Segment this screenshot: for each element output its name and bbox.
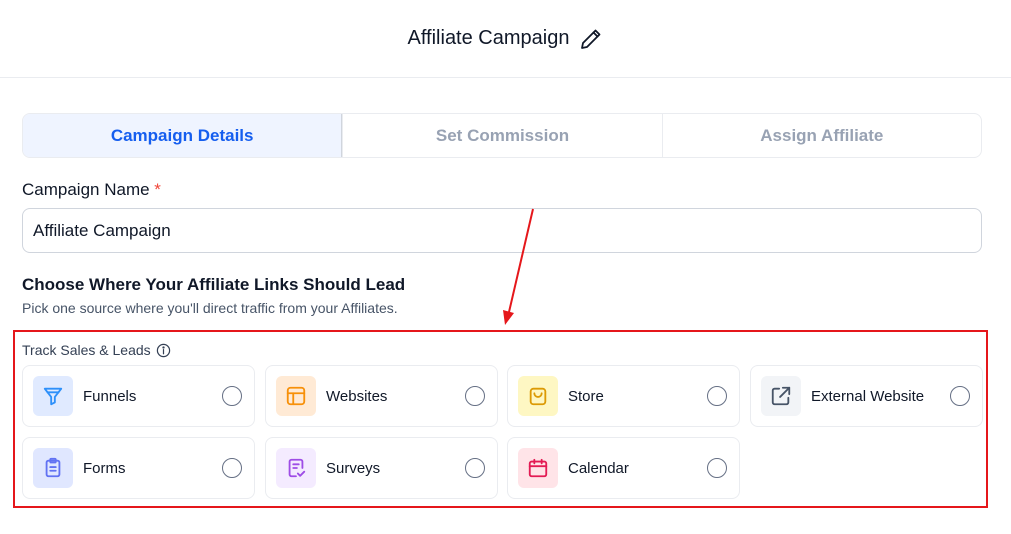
option-card-surveys[interactable]: Surveys	[265, 437, 498, 499]
website-icon	[276, 376, 316, 416]
radio-funnels[interactable]	[222, 386, 242, 406]
calendar-icon	[518, 448, 558, 488]
radio-external-website[interactable]	[950, 386, 970, 406]
radio-surveys[interactable]	[465, 458, 485, 478]
radio-websites[interactable]	[465, 386, 485, 406]
radio-calendar[interactable]	[707, 458, 727, 478]
tab-campaign-details[interactable]: Campaign Details	[23, 114, 343, 157]
section-title: Choose Where Your Affiliate Links Should…	[22, 275, 406, 294]
step-tabs: Campaign Details Set Commission Assign A…	[22, 113, 982, 158]
option-label: Surveys	[326, 459, 381, 477]
tab-assign-affiliate[interactable]: Assign Affiliate	[661, 114, 981, 157]
track-sales-label: Track Sales & Leads	[22, 342, 171, 358]
section-subtitle: Pick one source where you'll direct traf…	[22, 300, 398, 316]
radio-store[interactable]	[707, 386, 727, 406]
option-card-forms[interactable]: Forms	[22, 437, 255, 499]
option-label: Funnels	[83, 387, 137, 405]
info-icon[interactable]	[156, 343, 171, 358]
funnel-icon	[33, 376, 73, 416]
survey-icon	[276, 448, 316, 488]
option-label: Forms	[83, 459, 126, 477]
clipboard-icon	[33, 448, 73, 488]
external-link-icon	[761, 376, 801, 416]
option-label: External Website	[811, 387, 925, 405]
pencil-icon[interactable]	[579, 27, 603, 51]
option-label: Websites	[326, 387, 388, 405]
required-mark: *	[154, 180, 161, 199]
option-label: Store	[568, 387, 604, 405]
option-card-funnels[interactable]: Funnels	[22, 365, 255, 427]
option-card-external-website[interactable]: External Website	[750, 365, 983, 427]
tab-set-commission[interactable]: Set Commission	[342, 114, 661, 157]
option-label: Calendar	[568, 459, 629, 477]
option-card-websites[interactable]: Websites	[265, 365, 498, 427]
store-bag-icon	[518, 376, 558, 416]
page-title: Affiliate Campaign	[407, 27, 570, 49]
page-header: Affiliate Campaign	[0, 0, 1011, 78]
option-card-calendar[interactable]: Calendar	[507, 437, 740, 499]
option-card-store[interactable]: Store	[507, 365, 740, 427]
radio-forms[interactable]	[222, 458, 242, 478]
campaign-name-input[interactable]	[22, 208, 982, 253]
campaign-name-label: Campaign Name *	[22, 180, 161, 199]
